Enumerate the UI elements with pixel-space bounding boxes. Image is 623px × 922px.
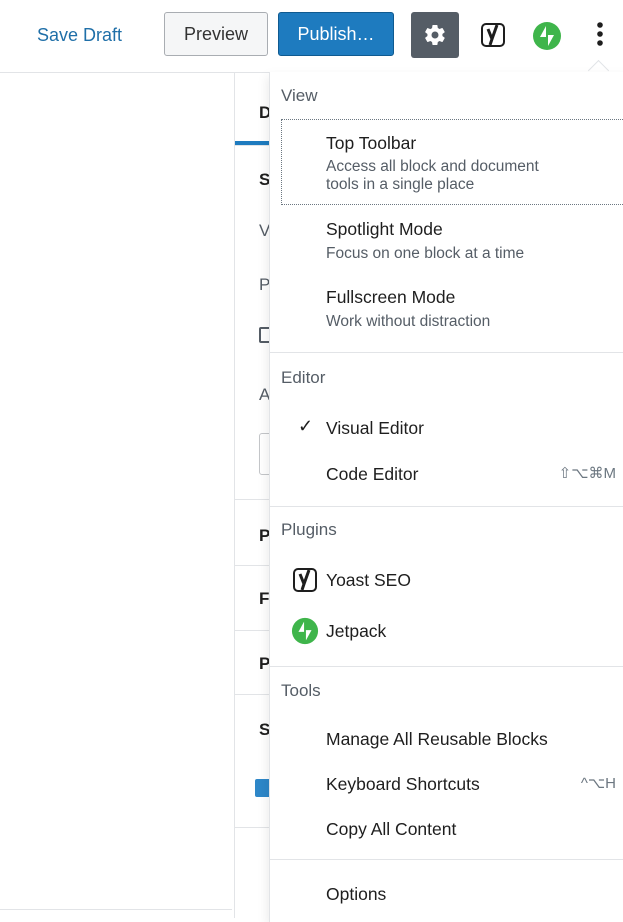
menu-separator [270, 506, 623, 507]
yoast-icon [481, 23, 505, 47]
menu-item-visual-editor[interactable]: Visual Editor [326, 417, 424, 439]
menu-item-fullscreen-mode[interactable]: Fullscreen Mode [326, 286, 455, 308]
editor-header: Save Draft Preview Publish… [0, 0, 623, 73]
sidebar-panel-title[interactable]: F [259, 589, 269, 609]
yoast-button[interactable] [476, 14, 510, 54]
menu-group-view-label: View [281, 86, 318, 105]
preview-button[interactable]: Preview [164, 12, 268, 56]
menu-item-manage-reusable-blocks[interactable]: Manage All Reusable Blocks [326, 728, 548, 750]
more-tools-menu: View Top Toolbar Access all block and do… [269, 72, 623, 922]
more-menu-button[interactable] [583, 14, 617, 54]
menu-group-tools-label: Tools [281, 681, 321, 700]
menu-item-options[interactable]: Options [326, 883, 386, 905]
check-icon: ✓ [298, 416, 314, 436]
menu-item-code-editor[interactable]: Code Editor [326, 463, 418, 485]
menu-separator [270, 859, 623, 860]
menu-item-spotlight-mode[interactable]: Spotlight Mode [326, 218, 443, 240]
keyboard-shortcuts-shortcut: ^⌥H [580, 775, 616, 792]
menu-item-top-toolbar-desc: Access all block and document [326, 158, 539, 175]
menu-item-top-toolbar-title: Top Toolbar [326, 133, 417, 153]
menu-item-yoast-seo[interactable]: Yoast SEO [326, 569, 411, 591]
menu-item-jetpack[interactable]: Jetpack [326, 620, 386, 642]
code-editor-shortcut: ⇧⌥⌘M [558, 465, 616, 482]
menu-item-top-toolbar-desc: tools in a single place [326, 176, 475, 193]
jetpack-icon [290, 616, 320, 646]
menu-item-copy-all-content[interactable]: Copy All Content [326, 818, 456, 840]
publish-button[interactable]: Publish… [278, 12, 394, 56]
menu-group-editor-label: Editor [281, 368, 326, 387]
more-vertical-icon [597, 22, 603, 46]
menu-item-fullscreen-mode-desc: Work without distraction [326, 313, 491, 330]
settings-button[interactable] [411, 12, 459, 58]
content-divider [0, 909, 232, 910]
menu-group-plugins-label: Plugins [281, 520, 337, 539]
yoast-icon [290, 564, 320, 594]
menu-separator [270, 352, 623, 353]
jetpack-button[interactable] [529, 18, 565, 54]
menu-item-spotlight-mode-desc: Focus on one block at a time [326, 245, 525, 262]
gear-icon [425, 24, 445, 46]
menu-item-keyboard-shortcuts[interactable]: Keyboard Shortcuts [326, 773, 480, 795]
menu-separator [270, 666, 623, 667]
jetpack-icon [533, 22, 561, 50]
save-draft-button[interactable]: Save Draft [37, 22, 122, 48]
